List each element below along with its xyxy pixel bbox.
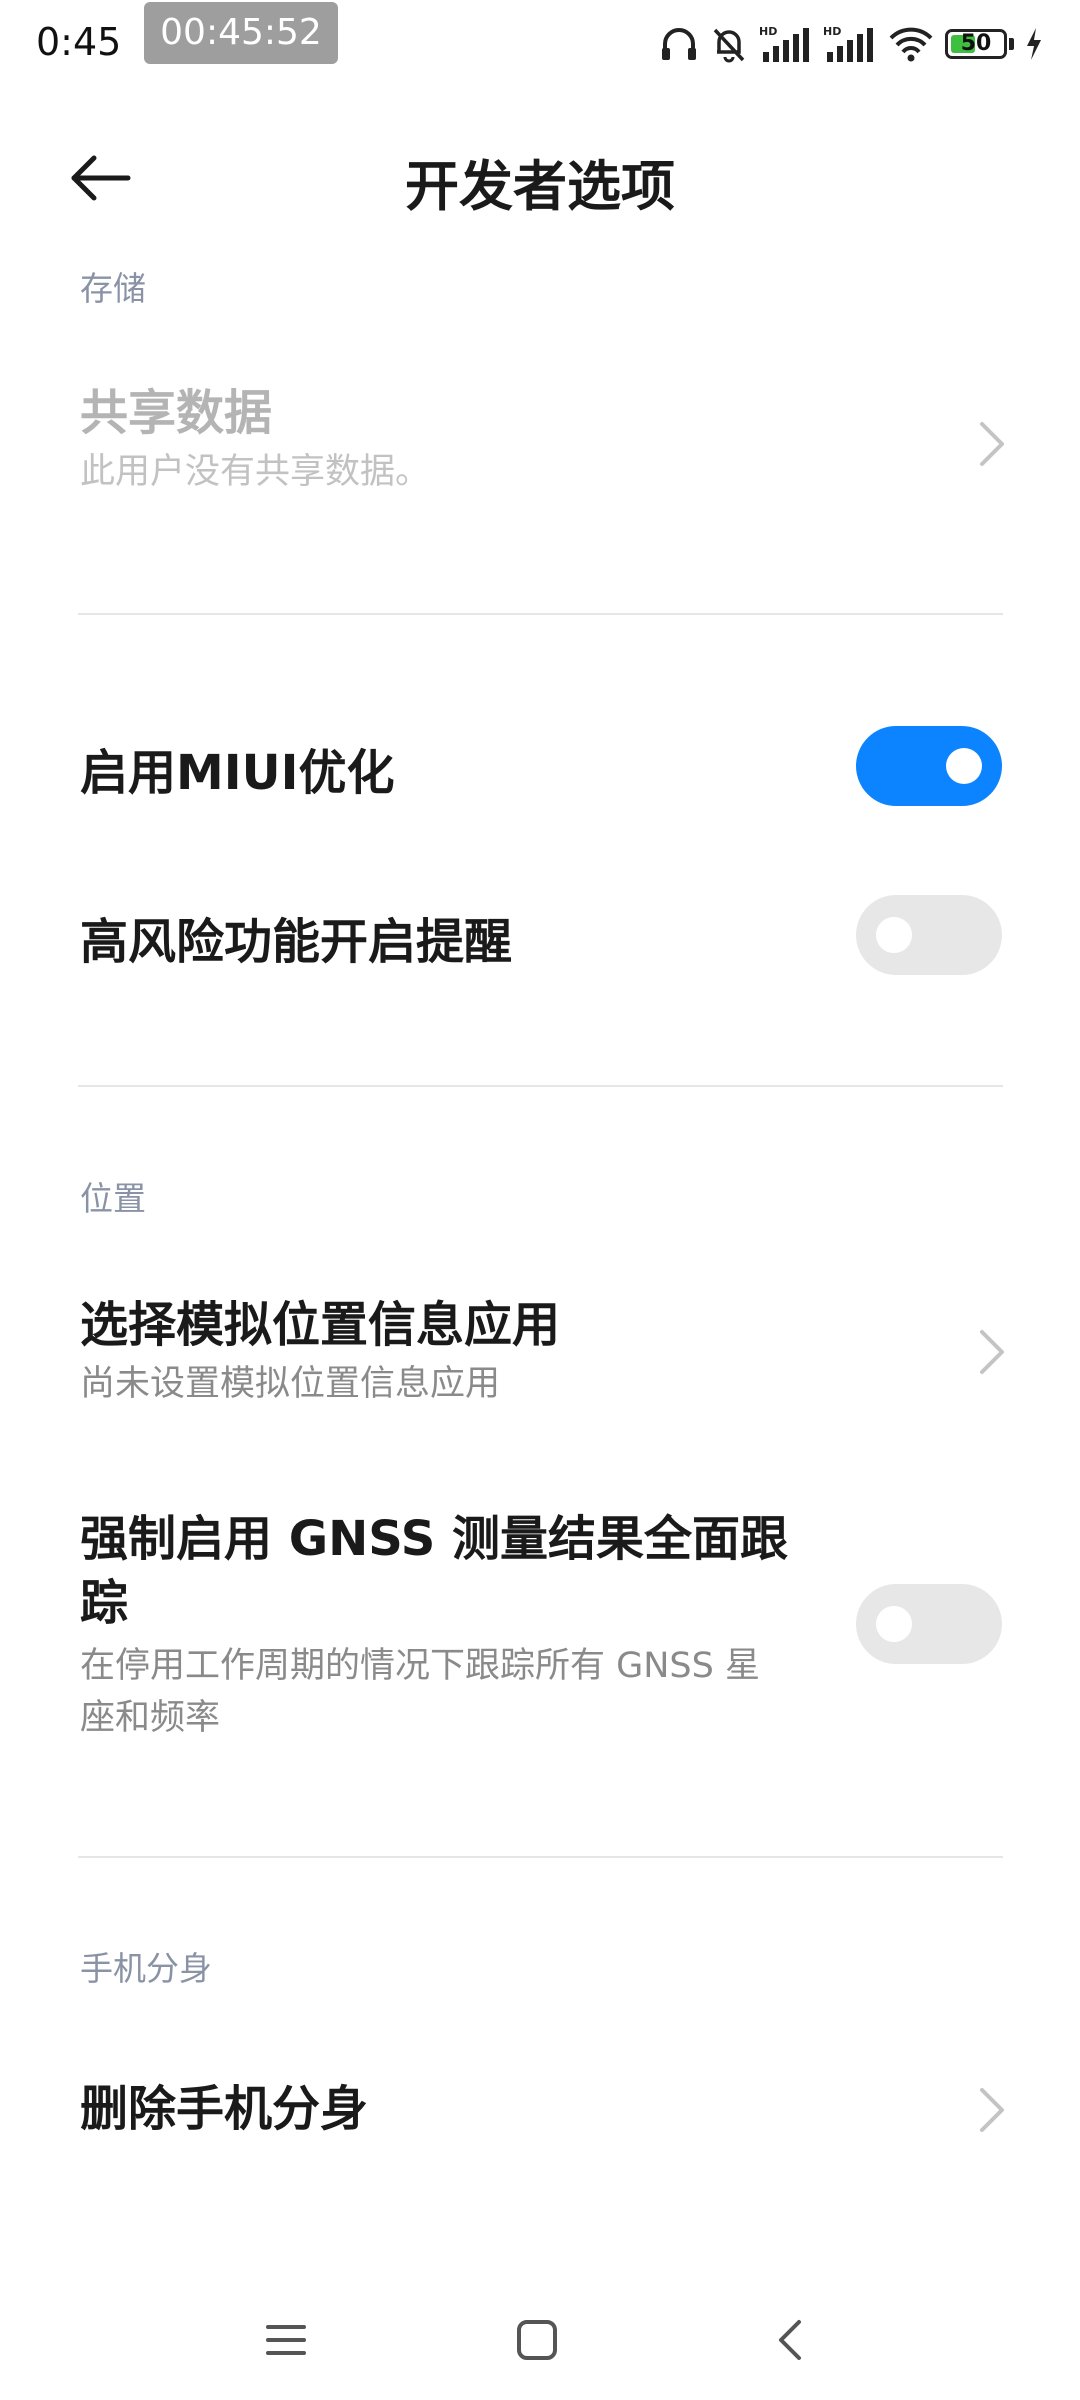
gnss-title-line2: 踪 bbox=[80, 1575, 129, 1631]
mock-location-subtitle: 尚未设置模拟位置信息应用 bbox=[80, 1364, 501, 1404]
chevron-right-icon bbox=[980, 1330, 1004, 1374]
navigation-bar bbox=[0, 2280, 1080, 2400]
chevron-right-icon bbox=[980, 422, 1004, 466]
svg-text:HD: HD bbox=[759, 25, 777, 38]
recent-apps-button[interactable] bbox=[246, 2300, 326, 2380]
headphones-icon bbox=[662, 28, 696, 60]
divider bbox=[78, 613, 1003, 615]
delete-clone-item[interactable]: 删除手机分身 bbox=[0, 2060, 1080, 2160]
toggle-knob bbox=[946, 748, 982, 784]
status-bar: 0:45 00:45:52 HD HD 50 bbox=[0, 0, 1080, 86]
wifi-icon bbox=[889, 27, 933, 62]
shared-data-item[interactable]: 共享数据 此用户没有共享数据。 bbox=[0, 370, 1080, 520]
miui-optimization-toggle[interactable] bbox=[856, 726, 1002, 806]
gnss-title-line1: 强制启用 GNSS 测量结果全面跟 bbox=[80, 1511, 788, 1567]
miui-optimization-title: 启用MIUI优化 bbox=[80, 745, 395, 801]
section-header-dual-apps: 手机分身 bbox=[80, 1949, 212, 1988]
high-risk-alert-title: 高风险功能开启提醒 bbox=[80, 914, 513, 970]
chevron-right-icon bbox=[980, 2088, 1004, 2132]
gnss-subtitle-line2: 座和频率 bbox=[80, 1698, 221, 1738]
battery-icon: 50 bbox=[945, 29, 1007, 59]
high-risk-alert-item[interactable]: 高风险功能开启提醒 bbox=[0, 893, 1080, 993]
home-button[interactable] bbox=[497, 2300, 577, 2380]
page-title: 开发者选项 bbox=[405, 155, 675, 218]
gnss-tracking-toggle[interactable] bbox=[856, 1584, 1002, 1664]
battery-cap bbox=[1009, 38, 1014, 50]
nav-back-button[interactable] bbox=[750, 2300, 830, 2380]
app-bar: 开发者选项 bbox=[0, 120, 1080, 232]
gnss-full-tracking-item[interactable]: 强制启用 GNSS 测量结果全面跟 踪 在停用工作周期的情况下跟踪所有 GNSS… bbox=[0, 1500, 1080, 1750]
screen-recording-timer[interactable]: 00:45:52 bbox=[144, 2, 338, 64]
status-time: 0:45 bbox=[36, 20, 122, 64]
charging-icon bbox=[1027, 28, 1041, 60]
section-header-location: 位置 bbox=[80, 1179, 146, 1218]
signal-hd-icon: HD bbox=[823, 25, 873, 62]
battery-level: 50 bbox=[960, 31, 992, 56]
status-icons: HD HD 50 bbox=[659, 20, 1044, 68]
divider bbox=[78, 1085, 1003, 1087]
shared-data-title: 共享数据 bbox=[80, 385, 273, 441]
home-square-icon bbox=[517, 2320, 557, 2360]
menu-icon bbox=[266, 2325, 306, 2355]
section-header-storage: 存储 bbox=[80, 269, 146, 308]
back-triangle-icon bbox=[779, 2320, 801, 2360]
svg-text:HD: HD bbox=[823, 25, 841, 38]
delete-clone-title: 删除手机分身 bbox=[80, 2081, 369, 2137]
divider bbox=[78, 1856, 1003, 1858]
shared-data-subtitle: 此用户没有共享数据。 bbox=[80, 452, 431, 492]
mock-location-app-item[interactable]: 选择模拟位置信息应用 尚未设置模拟位置信息应用 bbox=[0, 1280, 1080, 1430]
bell-muted-icon bbox=[713, 28, 745, 63]
toggle-knob bbox=[876, 1606, 912, 1642]
signal-hd-icon: HD bbox=[759, 25, 809, 62]
high-risk-alert-toggle[interactable] bbox=[856, 895, 1002, 975]
gnss-subtitle-line1: 在停用工作周期的情况下跟踪所有 GNSS 星 bbox=[80, 1646, 760, 1686]
mock-location-title: 选择模拟位置信息应用 bbox=[80, 1297, 561, 1353]
toggle-knob bbox=[876, 917, 912, 953]
miui-optimization-item[interactable]: 启用MIUI优化 bbox=[0, 724, 1080, 824]
